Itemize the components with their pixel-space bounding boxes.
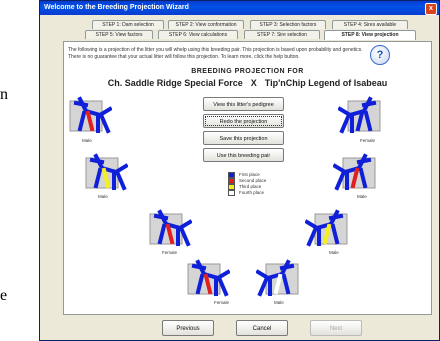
legend-swatch xyxy=(228,190,235,196)
puppy-card: Male xyxy=(66,95,113,143)
tab-step-4[interactable]: STEP 4: Sires available xyxy=(332,20,408,29)
page-side-text-top: n xyxy=(0,86,8,103)
next-button: Next xyxy=(310,320,362,336)
puppy-body-segment xyxy=(306,227,318,247)
puppy-figure xyxy=(255,259,299,297)
cancel-button[interactable]: Cancel xyxy=(236,320,288,336)
puppy-card: Female xyxy=(337,95,384,143)
puppy-sex-label: Female xyxy=(214,300,230,305)
puppy-body-segment xyxy=(179,227,191,247)
dam-name: Ch. Saddle Ridge Special Force xyxy=(107,78,243,88)
window-title: Welcome to the Breeding Projection Wizar… xyxy=(44,4,189,11)
puppy-body-segment xyxy=(328,213,344,221)
puppy-sex-label: Male xyxy=(357,194,367,199)
puppy-figure xyxy=(187,259,231,297)
puppy-body-segment xyxy=(191,263,207,271)
puppy-figure xyxy=(332,153,376,191)
tab-step-6[interactable]: STEP 6: View calculations xyxy=(158,30,238,39)
tab-step-2[interactable]: STEP 2: View conformation xyxy=(168,20,244,29)
puppy-sex-label: Male xyxy=(98,194,108,199)
puppy-card: Female xyxy=(146,208,193,255)
view-pedigree-button[interactable]: View this litter's pedigree xyxy=(203,97,284,111)
puppy-figure xyxy=(337,96,381,134)
puppy-body-segment xyxy=(279,263,295,271)
puppy-card: Male xyxy=(304,208,351,255)
puppy-sex-label: Female xyxy=(162,250,178,255)
tab-step-7[interactable]: STEP 7: Sire selection xyxy=(244,30,320,39)
puppy-sex-label: Male xyxy=(329,250,339,255)
puppy-body-segment xyxy=(115,171,127,191)
legend-item: Fourth place xyxy=(228,190,298,196)
puppy-card: Female xyxy=(184,258,231,305)
window-titlebar[interactable]: Welcome to the Breeding Projection Wizar… xyxy=(40,1,439,15)
puppy-figure xyxy=(149,209,193,247)
save-projection-button[interactable]: Save this projection xyxy=(203,131,284,145)
projection-heading: BREEDING PROJECTION FOR xyxy=(191,68,304,75)
tab-step-8[interactable]: STEP 8: View projection xyxy=(324,30,416,40)
puppy-body-segment xyxy=(356,157,372,165)
tab-step-3[interactable]: STEP 3: Selection factors xyxy=(250,20,326,29)
puppy-card: Male xyxy=(255,258,302,305)
help-button[interactable]: ? xyxy=(370,45,390,65)
legend-label: Fourth place xyxy=(239,190,265,195)
use-breeding-pair-button[interactable]: Use this breeding pair xyxy=(203,148,284,162)
page-side-text-bottom: e xyxy=(0,287,8,304)
puppy-body-segment xyxy=(334,171,346,191)
tab-step-1[interactable]: STEP 1: Dam selection xyxy=(92,20,164,29)
intro-text: The following is a projection of the lit… xyxy=(68,47,363,60)
puppy-figure xyxy=(304,209,348,247)
redo-projection-button[interactable]: Redo the projection xyxy=(203,114,284,128)
previous-button[interactable]: Previous xyxy=(162,320,214,336)
puppy-body-segment xyxy=(73,100,89,108)
cross-symbol: X xyxy=(250,78,257,88)
puppy-card: Male xyxy=(332,152,379,199)
puppy-figure xyxy=(69,96,113,134)
close-button[interactable]: x xyxy=(425,3,437,15)
puppy-body-segment xyxy=(217,277,229,297)
puppy-body-segment xyxy=(99,114,111,134)
puppy-sex-label: Male xyxy=(274,300,284,305)
breeding-pair: Ch. Saddle Ridge Special Force X Tip'nChip… xyxy=(63,78,432,88)
puppy-figure xyxy=(85,153,129,191)
puppy-card: Male xyxy=(82,152,129,199)
puppy-body-segment xyxy=(257,277,269,297)
sire-name: Tip'nChip Legend of Isabeau xyxy=(264,78,388,88)
puppy-sex-label: Female xyxy=(360,138,376,143)
puppy-body-segment xyxy=(89,157,105,165)
tab-step-5[interactable]: STEP 5: View factors xyxy=(85,30,153,39)
puppy-sex-label: Male xyxy=(82,138,92,143)
puppy-body-segment xyxy=(361,100,377,108)
puppy-body-segment xyxy=(339,114,351,134)
puppy-body-segment xyxy=(153,213,169,221)
